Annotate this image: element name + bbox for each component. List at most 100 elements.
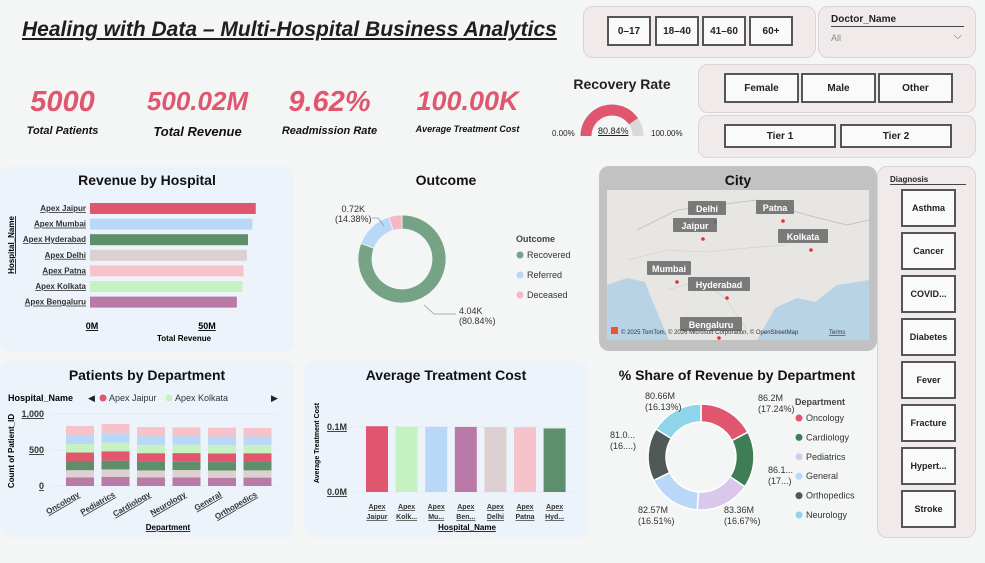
patients-bar-segment[interactable]: [66, 435, 94, 445]
patients-bar-segment[interactable]: [243, 428, 272, 437]
patients-bar-segment[interactable]: [66, 452, 94, 462]
revenue-bar[interactable]: [90, 296, 237, 308]
revenue-bar[interactable]: [90, 234, 248, 246]
age-button-41-60[interactable]: 41–60: [702, 16, 746, 46]
revenue-bar[interactable]: [90, 265, 244, 277]
patients-bar-segment[interactable]: [208, 427, 236, 437]
map-city-marker[interactable]: [809, 248, 813, 252]
patients-bar-segment[interactable]: [66, 477, 94, 486]
gender-button-female[interactable]: Female: [724, 73, 799, 103]
diagnosis-button[interactable]: Diabetes: [901, 318, 956, 356]
patients-bar-segment[interactable]: [208, 470, 236, 478]
legend-next-arrow-icon[interactable]: ▶: [271, 393, 278, 403]
patients-bar-segment[interactable]: [243, 470, 272, 478]
map-city-marker[interactable]: [675, 280, 679, 284]
patients-bar-segment[interactable]: [172, 436, 201, 445]
patients-bar-segment[interactable]: [172, 453, 201, 462]
revenue-share-legend-item[interactable]: Neurology: [806, 510, 848, 520]
patients-bar-segment[interactable]: [101, 469, 130, 477]
patients-bar-segment[interactable]: [101, 433, 130, 443]
patients-bar-segment[interactable]: [172, 461, 201, 471]
map-city-label[interactable]: Hyderabad: [696, 280, 743, 290]
patients-bar-segment[interactable]: [137, 453, 165, 462]
patients-bar-segment[interactable]: [208, 477, 236, 486]
patients-bar-segment[interactable]: [101, 442, 130, 452]
map-city-label[interactable]: Patna: [763, 203, 789, 213]
map-city-label[interactable]: Kolkata: [787, 232, 821, 242]
avg-cost-bar[interactable]: [425, 426, 448, 492]
patients-bar-segment[interactable]: [137, 444, 165, 454]
tier-button-1[interactable]: Tier 1: [724, 124, 836, 148]
revenue-share-legend-item[interactable]: Oncology: [806, 413, 845, 423]
age-button-60-plus[interactable]: 60+: [749, 16, 793, 46]
revenue-share-legend-item[interactable]: Cardiology: [806, 432, 850, 442]
revenue-share-legend-item[interactable]: General: [806, 471, 838, 481]
avg-cost-bar[interactable]: [395, 426, 418, 492]
map-city-label[interactable]: Jaipur: [681, 221, 709, 231]
diagnosis-button[interactable]: Fracture: [901, 404, 956, 442]
avg-cost-bar[interactable]: [454, 426, 477, 492]
patients-legend-item[interactable]: Apex Jaipur: [109, 393, 157, 403]
patients-bar-segment[interactable]: [66, 470, 94, 478]
patients-bar-segment[interactable]: [101, 423, 130, 434]
diagnosis-button[interactable]: COVID...: [901, 275, 956, 313]
outcome-legend-item[interactable]: Recovered: [527, 250, 571, 260]
city-map[interactable]: Delhi Patna Jaipur Kolkata Mumbai Hyderabad Be…: [607, 190, 869, 340]
patients-bar-segment[interactable]: [172, 444, 201, 454]
map-city-marker[interactable]: [717, 336, 721, 340]
patients-bar-segment[interactable]: [243, 462, 272, 471]
diagnosis-button[interactable]: Asthma: [901, 189, 956, 227]
patients-legend-item[interactable]: Apex Kolkata: [175, 393, 228, 403]
map-city-label[interactable]: Bengaluru: [689, 320, 734, 330]
patients-bar-segment[interactable]: [208, 453, 236, 463]
patients-bar-segment[interactable]: [137, 436, 165, 445]
patients-bar-segment[interactable]: [208, 445, 236, 454]
patients-bar-segment[interactable]: [66, 425, 94, 436]
diagnosis-button[interactable]: Stroke: [901, 490, 956, 528]
patients-bar-segment[interactable]: [208, 462, 236, 471]
map-city-marker[interactable]: [781, 219, 785, 223]
patients-bar-segment[interactable]: [137, 477, 165, 486]
revenue-bar[interactable]: [90, 249, 247, 261]
patients-bar-segment[interactable]: [243, 477, 272, 486]
map-city-label[interactable]: Mumbai: [652, 264, 686, 274]
legend-prev-arrow-icon[interactable]: ◀: [88, 393, 95, 403]
tier-button-2[interactable]: Tier 2: [840, 124, 952, 148]
revenue-bar[interactable]: [90, 203, 256, 214]
patients-bar-segment[interactable]: [101, 477, 130, 486]
patients-bar-segment[interactable]: [172, 427, 201, 437]
patients-bar-segment[interactable]: [172, 477, 201, 486]
diagnosis-button[interactable]: Cancer: [901, 232, 956, 270]
map-city-marker[interactable]: [701, 237, 705, 241]
patients-bar-segment[interactable]: [208, 436, 236, 446]
diagnosis-button[interactable]: Fever: [901, 361, 956, 399]
avg-cost-bar[interactable]: [543, 428, 566, 492]
patients-bar-segment[interactable]: [66, 444, 94, 453]
patients-bar-segment[interactable]: [101, 460, 130, 470]
gender-button-other[interactable]: Other: [878, 73, 953, 103]
revenue-share-legend-item[interactable]: Orthopedics: [806, 491, 855, 501]
revenue-bar[interactable]: [90, 281, 243, 292]
avg-cost-bar[interactable]: [514, 427, 536, 492]
diagnosis-button[interactable]: Hypert...: [901, 447, 956, 485]
outcome-legend-item[interactable]: Referred: [527, 270, 562, 280]
gender-button-male[interactable]: Male: [801, 73, 876, 103]
patients-bar-segment[interactable]: [137, 461, 165, 471]
avg-cost-bar[interactable]: [366, 426, 388, 492]
revenue-share-legend-item[interactable]: Pediatrics: [806, 452, 846, 462]
doctor-dropdown[interactable]: All ⌵: [831, 30, 964, 51]
patients-bar-segment[interactable]: [243, 444, 272, 454]
map-terms-link[interactable]: Terms: [829, 330, 845, 336]
age-button-0-17[interactable]: 0–17: [607, 16, 651, 46]
patients-bar-segment[interactable]: [101, 451, 130, 461]
patients-bar-segment[interactable]: [137, 427, 165, 437]
avg-cost-bar[interactable]: [484, 427, 507, 492]
map-city-marker[interactable]: [725, 296, 729, 300]
patients-bar-segment[interactable]: [172, 470, 201, 478]
patients-bar-segment[interactable]: [137, 470, 165, 478]
map-city-label[interactable]: Delhi: [696, 204, 718, 214]
age-button-18-40[interactable]: 18–40: [655, 16, 699, 46]
revenue-bar[interactable]: [90, 218, 253, 230]
patients-bar-segment[interactable]: [66, 461, 94, 471]
patients-bar-segment[interactable]: [243, 436, 272, 445]
